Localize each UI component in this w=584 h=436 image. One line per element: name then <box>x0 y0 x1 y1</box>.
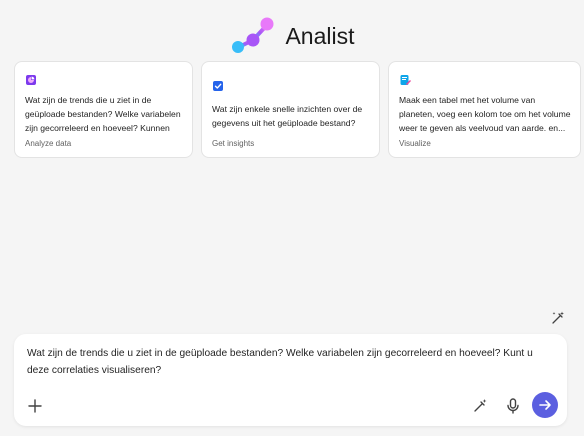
chat-composer[interactable]: Wat zijn de trends die u ziet in de geüp… <box>14 334 567 426</box>
send-button[interactable] <box>532 392 558 418</box>
arrow-right-icon <box>539 400 551 410</box>
prompt-input[interactable]: Wat zijn de trends die u ziet in de geüp… <box>27 345 557 379</box>
header: Analist <box>0 14 584 58</box>
suggestion-card-text: Wat zijn enkele snelle inzichten over de… <box>212 104 363 128</box>
checkbox-icon <box>213 81 223 91</box>
document-edit-icon <box>400 75 411 85</box>
suggestion-card-visualize[interactable]: Maak een tabel met het volume van planet… <box>388 61 581 158</box>
chart-icon <box>26 75 36 85</box>
microphone-icon[interactable] <box>504 397 522 415</box>
suggestion-card-tag: Visualize <box>399 139 431 148</box>
suggestion-card-tag: Analyze data <box>25 139 72 148</box>
analyst-logo-icon <box>232 17 274 53</box>
suggestion-card-analyze-data[interactable]: Wat zijn de trends die u ziet in de geüp… <box>14 61 193 158</box>
app-title: Analist <box>285 22 355 49</box>
prompt-edit-icon[interactable] <box>471 397 489 415</box>
suggestion-card-tag: Get insights <box>212 139 255 148</box>
add-attachment-icon[interactable] <box>26 397 44 415</box>
suggestion-card-get-insights[interactable]: Wat zijn enkele snelle inzichten over de… <box>201 61 380 158</box>
suggestion-card-text: Wat zijn de trends die u ziet in de geüp… <box>25 95 181 133</box>
magic-wand-icon[interactable] <box>550 310 566 326</box>
suggestion-card-text: Maak een tabel met het volume van planet… <box>399 95 571 133</box>
